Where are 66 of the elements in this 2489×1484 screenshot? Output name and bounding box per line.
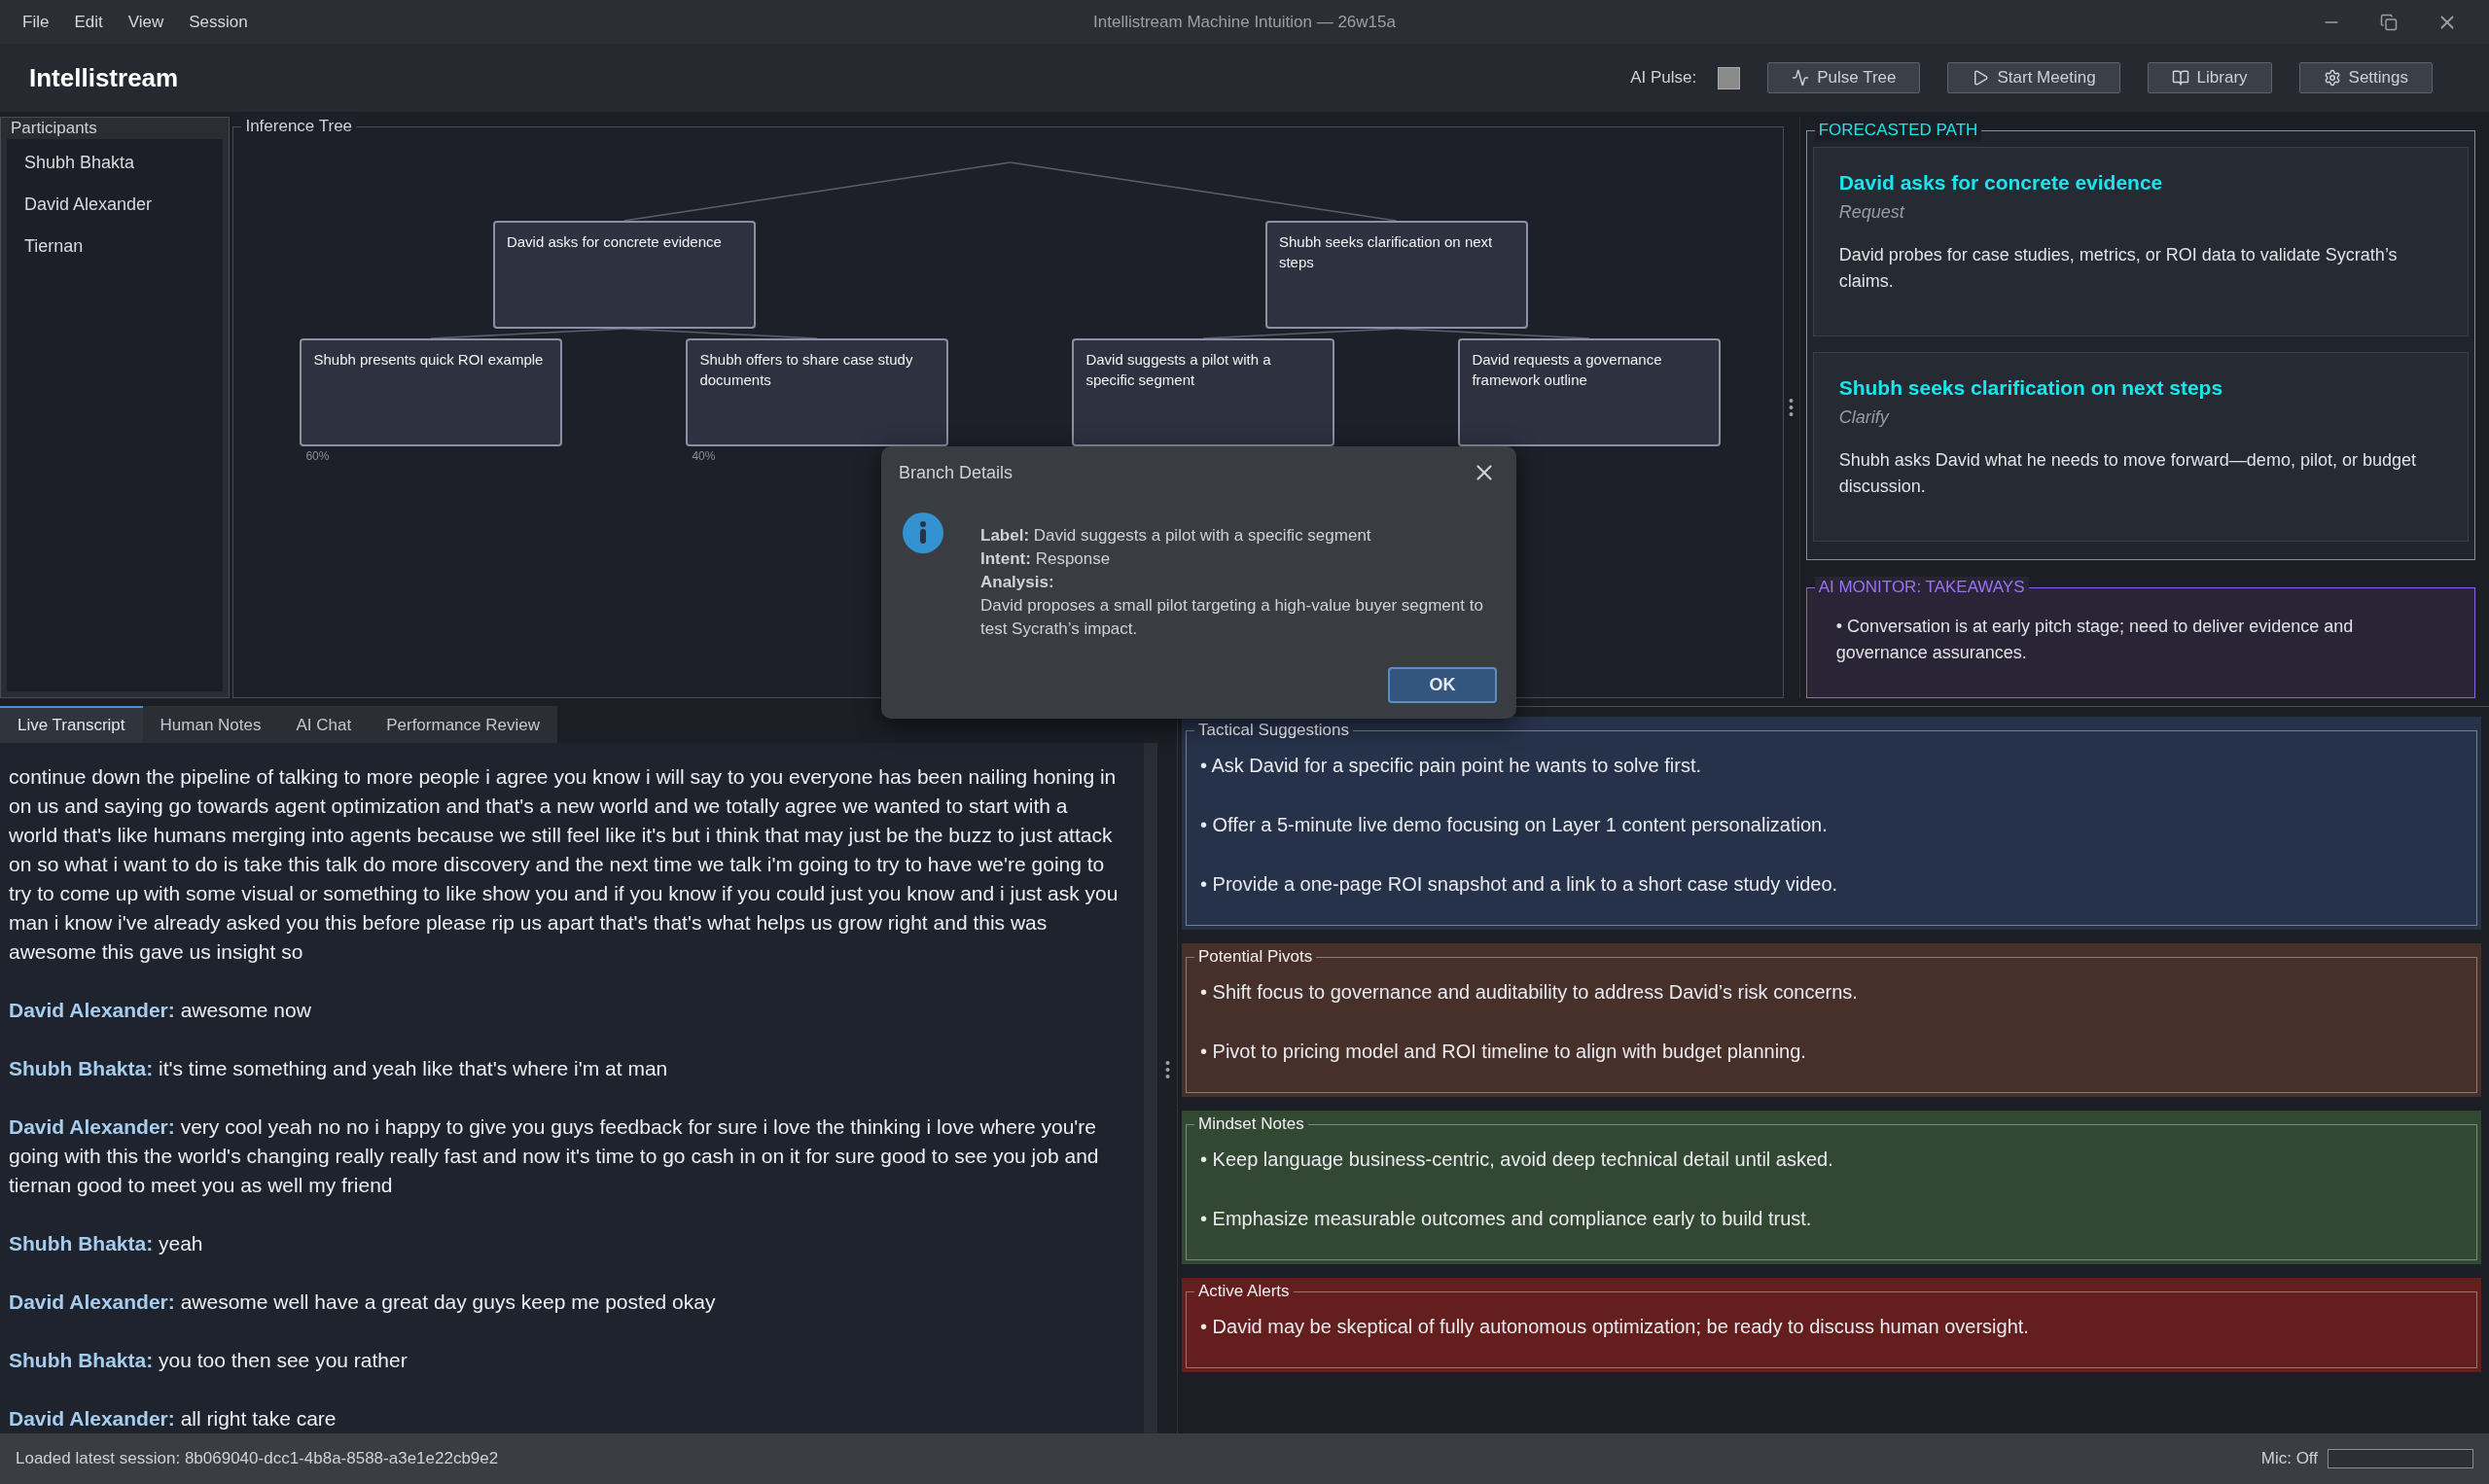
menu-item[interactable]: Edit — [61, 8, 116, 36]
suggestion-text: • Keep language business-centric, avoid deep technical detail until asked. — [1200, 1148, 1834, 1171]
tree-node[interactable]: David requests a governance framework outline — [1458, 338, 1722, 446]
tree-node[interactable]: Shubh seeks clarification on next steps — [1264, 221, 1528, 329]
ok-button[interactable]: OK — [1388, 667, 1497, 703]
card-title: David asks for concrete evidence — [1838, 171, 2164, 194]
analysis-text: David proposes a small pilot targeting a high-value buyer segment to test Sycrath’s impact. — [980, 595, 1484, 640]
dialog-field: Intent: Response — [980, 548, 1497, 571]
suggestion-text: • Offer a 5-minute live demo focusing on Layer 1 content personalization. — [1200, 814, 1829, 836]
pulse-icon — [1792, 69, 1810, 87]
card-description: Shubh asks David what he needs to move forward—demo, pilot, or budget discussion. — [1838, 449, 2417, 498]
mic-status: Mic: Off — [2260, 1449, 2318, 1468]
window-title: Intellistream Machine Intuition — 26w15a — [1093, 12, 1396, 32]
tab[interactable]: Human Notes — [142, 706, 279, 743]
takeaway-text: • Conversation is at early pitch stage; need to deliver evidence and governance assurances. — [1834, 616, 2355, 664]
info-icon — [903, 512, 943, 553]
suggestion-text: • Ask David for a specific pain point he wants to solve first. — [1200, 755, 1703, 777]
transcript-entry: David Alexander: awesome well have a great day guys keep me posted okay — [9, 1290, 717, 1315]
dialog-title: Branch Details — [899, 462, 1013, 483]
tree-node[interactable]: Shubh presents quick ROI example — [300, 338, 563, 446]
play-icon — [1972, 69, 1990, 87]
restore-icon[interactable] — [2380, 13, 2398, 31]
transcript-entry: Shubh Bhakta: it's time something and yeah like that's where i'm at man — [9, 1056, 669, 1081]
menu-item[interactable]: Session — [176, 8, 261, 36]
toolbar-button[interactable]: Library — [2147, 62, 2272, 93]
participant-item[interactable]: Tiernan — [7, 227, 224, 268]
status-message: Loaded latest session: 8b069040-dcc1-4b8a-8588-a3e1e22cb9e2 — [16, 1449, 499, 1468]
tree-node[interactable]: David suggests a pilot with a specific segment — [1072, 338, 1335, 446]
settings-icon — [2323, 69, 2341, 87]
transcript-entry: David Alexander: very cool yeah no no i happy to give you guys feedback for sure i love the thinking i love where you're going with this the world's changing really really fast and now it's time to go cash in on it for sure good to see you job and tiernan good to meet you as well my friend — [9, 1114, 1100, 1198]
suggestion-text: • Shift focus to governance and auditability to address David’s risk concerns. — [1200, 981, 1859, 1004]
suggestion-text: • Pivot to pricing model and ROI timeline to align with budget planning. — [1200, 1041, 1807, 1063]
participant-item[interactable]: Shubh Bhakta — [7, 143, 224, 185]
app-name: Intellistream — [29, 62, 179, 93]
suggestion-text: • Emphasize measurable outcomes and compliance early to build trust. — [1200, 1208, 1813, 1230]
transcript-entry: David Alexander: awesome now — [9, 998, 312, 1023]
probability-label: 40% — [692, 449, 716, 463]
tree-node[interactable]: Shubh offers to share case study documents — [686, 338, 949, 446]
card-intent: Clarify — [1838, 407, 1891, 428]
suggestion-text: • David may be skeptical of fully autonomous optimization; be ready to discuss human oversight. — [1200, 1316, 2030, 1338]
grip-icon[interactable] — [1164, 1060, 1170, 1079]
toolbar-button[interactable]: Settings — [2298, 62, 2433, 93]
suggestion-text: • Provide a one-page ROI snapshot and a link to a short case study video. — [1200, 873, 1839, 896]
book-icon — [2171, 69, 2189, 87]
tree-node[interactable]: David asks for concrete evidence — [492, 221, 756, 329]
dialog-field: Label: David suggests a pilot with a specific segment — [980, 524, 1497, 548]
card-title: Shubh seeks clarification on next steps — [1838, 376, 2224, 400]
tab[interactable]: Performance Review — [369, 706, 557, 743]
transcript-entry: continue down the pipeline of talking to more people i agree you know i will say to you everyone has been nailing honing in on us and saying go towards agent optimization and that's a new world and we totally agree we wanted to start with a world that's like humans merging into agents because we still feel like it's but i think that may just be the buzz to just attack on so what i want to do is take this talk do more discovery and the next time we talk i'm going to try to have we're going to try to come up with some visual or something to like show you and if you know if you could just you know and i just ask you man i know i've already asked you this before please rip us apart that's that's what helps us grow right and this was awesome this gave us insight so — [9, 764, 1120, 965]
panel-title: Participants — [10, 118, 98, 139]
tab[interactable]: AI Chat — [278, 706, 370, 743]
transcript-entry: Shubh Bhakta: you too then see you rather — [9, 1348, 409, 1373]
menu-item[interactable]: View — [115, 8, 177, 36]
transcript-entry: Shubh Bhakta: yeah — [9, 1231, 204, 1256]
menu-item[interactable]: File — [10, 8, 62, 36]
card-intent: Request — [1838, 202, 1906, 223]
grip-icon[interactable] — [1789, 398, 1795, 417]
toolbar-button[interactable]: Start Meeting — [1947, 62, 2120, 93]
pulse-label: AI Pulse: — [1630, 68, 1697, 88]
dialog-field: Analysis: — [980, 571, 1497, 594]
tab[interactable]: Live Transcript — [0, 706, 143, 743]
probability-label: 60% — [305, 449, 330, 463]
participant-item[interactable]: David Alexander — [7, 185, 224, 227]
transcript-entry: David Alexander: all right take care — [9, 1406, 338, 1431]
toolbar-button[interactable]: Pulse Tree — [1767, 62, 1921, 93]
card-description: David probes for case studies, metrics, or ROI data to validate Sycrath’s claims. — [1838, 244, 2399, 293]
